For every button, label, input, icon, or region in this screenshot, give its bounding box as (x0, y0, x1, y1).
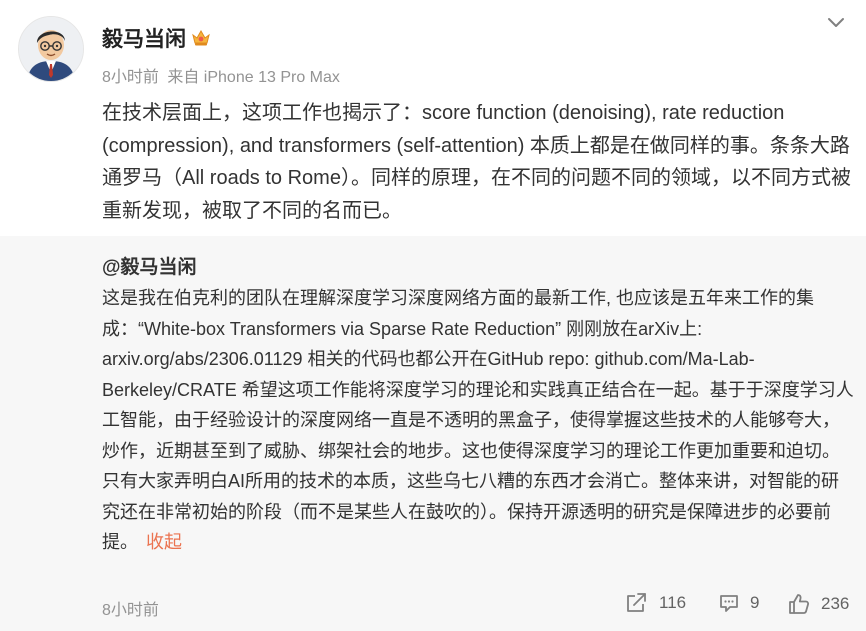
repost-box[interactable]: @毅马当闲 这是我在伯克利的团队在理解深度学习深度网络方面的最新工作, 也应该是… (0, 236, 866, 631)
post-source: 来自 iPhone 13 Pro Max (167, 69, 340, 86)
post-time[interactable]: 8小时前 (102, 69, 159, 86)
repost-text: 这是我在伯克利的团队在理解深度学习深度网络方面的最新工作, 也应该是五年来工作的… (102, 288, 854, 552)
like-count: 236 (821, 594, 850, 613)
chevron-down-icon[interactable] (826, 16, 846, 30)
username[interactable]: 毅马当闲 (102, 23, 186, 53)
comment-icon (718, 592, 740, 614)
share-count: 116 (659, 593, 687, 612)
post-text: 在技术层面上，这项工作也揭示了：score function (denoisin… (102, 102, 851, 222)
vip-badge-icon[interactable] (190, 27, 212, 47)
repost-author[interactable]: @毅马当闲 (102, 252, 197, 279)
share-button[interactable]: 116 (625, 592, 686, 614)
post-meta: 8小时前 来自 iPhone 13 Pro Max (102, 63, 344, 87)
avatar[interactable] (18, 16, 84, 82)
repost-time[interactable]: 8小时前 (102, 596, 159, 620)
comment-count: 9 (750, 593, 760, 612)
repost-text-block: 这是我在伯克利的团队在理解深度学习深度网络方面的最新工作, 也应该是五年来工作的… (102, 283, 854, 558)
like-button[interactable]: 236 (787, 592, 849, 616)
comment-button[interactable]: 9 (718, 592, 759, 614)
share-icon (625, 592, 649, 614)
avatar-illustration (19, 17, 83, 81)
thumbs-up-icon (787, 592, 811, 616)
collapse-link[interactable]: 收起 (146, 532, 182, 552)
